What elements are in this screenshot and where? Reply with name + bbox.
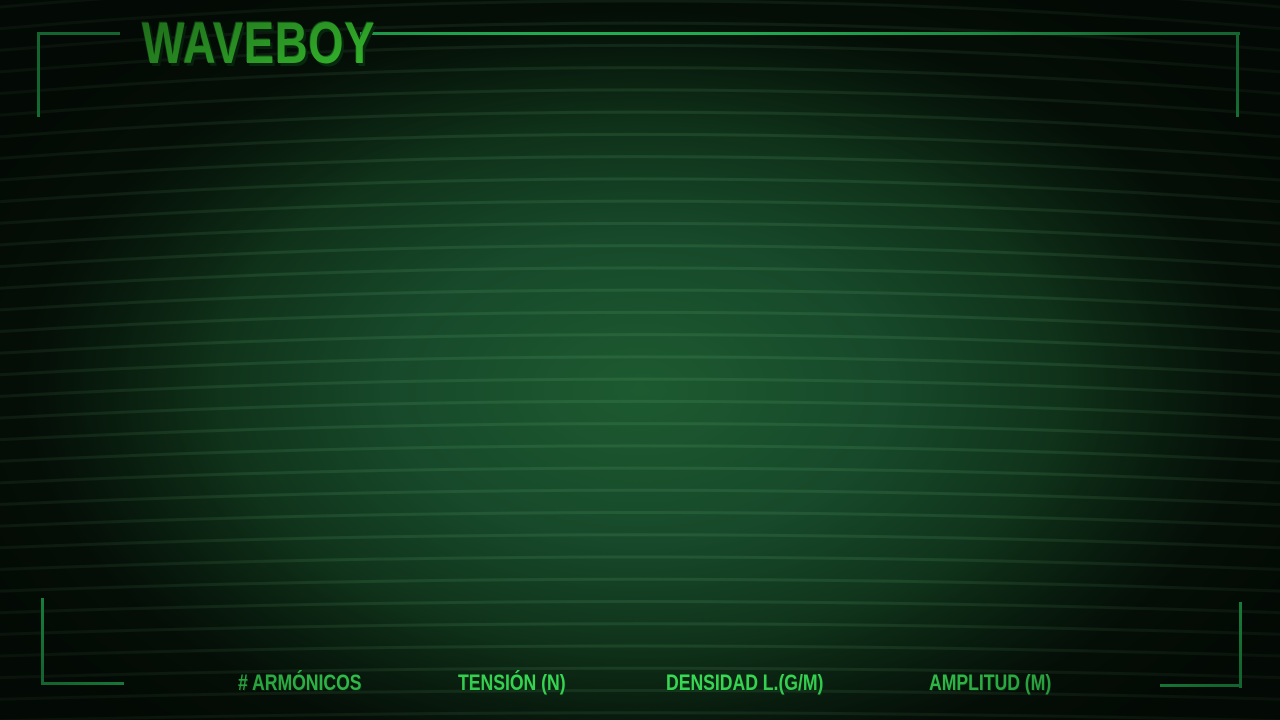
frame-bottom-left-vertical — [41, 598, 44, 685]
frame-top-left-vertical — [37, 32, 40, 117]
frame-top-left-horizontal — [37, 32, 120, 35]
background-wave-line — [0, 600, 1280, 615]
background-wave-line — [0, 221, 1280, 247]
frame-top-right-vertical — [1236, 32, 1239, 117]
frame-bottom-right-vertical — [1239, 602, 1242, 688]
harmonics-label: # ARMÓNICOS — [238, 670, 362, 695]
background-wave-line — [0, 644, 1280, 658]
frame-top-right-horizontal — [360, 32, 1240, 35]
background-wave-line — [0, 689, 1280, 701]
background-wave-line — [0, 310, 1280, 333]
background-wave-line — [0, 288, 1280, 312]
background-wave-line — [0, 155, 1280, 182]
background-wave-line — [0, 555, 1280, 571]
background-wave-lines — [0, 0, 1280, 720]
background-wave-line — [0, 244, 1280, 269]
linear-density-label: DENSIDAD L.(G/M) — [666, 670, 824, 695]
background-wave-line — [0, 622, 1280, 636]
background-wave-line — [0, 666, 1280, 680]
tension-label: TENSIÓN (N) — [458, 670, 566, 695]
background-wave-line — [0, 377, 1280, 398]
background-wave-line — [0, 511, 1280, 528]
game-screen: WAVEBOY # ARMÓNICOS TENSIÓN (N) DENSIDAD… — [0, 0, 1280, 720]
background-wave-line — [0, 466, 1280, 485]
background-wave-line — [0, 533, 1280, 550]
background-wave-line — [0, 577, 1280, 593]
background-wave-line — [0, 355, 1280, 377]
game-title: WAVEBOY — [142, 11, 376, 76]
background-wave-line — [0, 488, 1280, 507]
background-wave-line — [0, 444, 1280, 463]
background-wave-line — [0, 422, 1280, 442]
background-wave-line — [0, 711, 1280, 720]
background-wave-line — [0, 177, 1280, 204]
background-wave-line — [0, 399, 1280, 420]
background-wave-line — [0, 333, 1280, 355]
frame-bottom-right-horizontal — [1160, 684, 1242, 687]
background-wave-line — [0, 266, 1280, 290]
frame-bottom-left-horizontal — [41, 682, 124, 685]
background-wave-line — [0, 199, 1280, 225]
amplitude-label: AMPLITUD (M) — [929, 670, 1052, 695]
background-wave-line — [0, 132, 1280, 160]
